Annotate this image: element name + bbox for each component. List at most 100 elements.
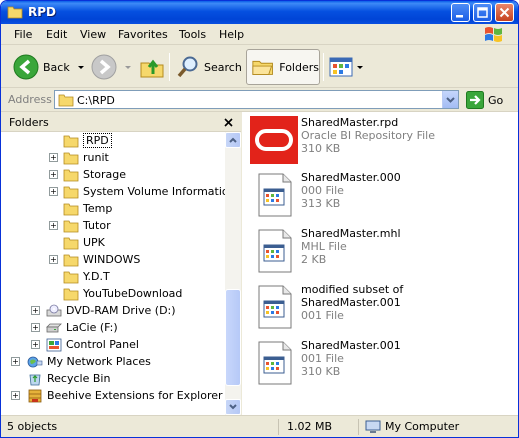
generic-file-icon — [258, 285, 292, 329]
expand-toggle[interactable]: + — [49, 170, 58, 179]
close-icon — [224, 118, 233, 127]
expand-toggle[interactable]: + — [31, 323, 40, 332]
tree-item-label: Storage — [83, 168, 127, 181]
generic-file-icon — [258, 341, 292, 385]
tree-item-label: System Volume Information — [83, 185, 225, 198]
address-input[interactable]: C:\RPD — [54, 90, 459, 109]
file-item[interactable]: modified subset of SharedMaster.001 001 F… — [250, 283, 510, 331]
file-name: SharedMaster.mhl — [301, 227, 401, 240]
status-location-label: My Computer — [385, 420, 460, 433]
folders-pane-close-button[interactable] — [224, 113, 233, 131]
folder-icon — [63, 237, 79, 249]
folders-button[interactable]: Folders — [246, 49, 320, 85]
expand-toggle[interactable]: + — [49, 221, 58, 230]
expand-toggle[interactable]: + — [49, 187, 58, 196]
tree-item[interactable]: Temp — [63, 200, 112, 217]
tree-item[interactable]: RPD — [63, 132, 112, 149]
generic-file-icon — [258, 229, 292, 273]
folders-icon — [252, 60, 273, 75]
tree-item[interactable]: + Control Panel — [31, 336, 139, 353]
tree-item[interactable]: UPK — [63, 234, 105, 251]
expand-toggle[interactable]: + — [11, 357, 20, 366]
tree-item[interactable]: + WINDOWS — [49, 251, 141, 268]
tree-item-label: WINDOWS — [83, 253, 141, 266]
tree-item[interactable]: Recycle Bin — [27, 370, 110, 387]
toolbar-separator — [169, 53, 170, 81]
menu-view[interactable]: View — [80, 28, 106, 41]
menu-bar: File Edit View Favorites Tools Help — [1, 24, 518, 45]
tree-item-label: UPK — [83, 236, 105, 249]
title-bar[interactable]: RPD — [1, 1, 518, 24]
back-arrow-icon — [13, 54, 39, 80]
tree-item[interactable]: + Tutor — [49, 217, 111, 234]
menu-help[interactable]: Help — [219, 28, 244, 41]
back-label: Back — [43, 60, 70, 74]
address-dropdown-button[interactable] — [442, 91, 458, 108]
file-list: SharedMaster.rpd Oracle BI Repository Fil… — [242, 112, 518, 415]
search-icon — [177, 56, 198, 78]
scroll-down-button[interactable] — [225, 399, 241, 415]
tree-item[interactable]: YouTubeDownload — [63, 285, 182, 302]
menu-edit[interactable]: Edit — [46, 28, 67, 41]
file-item[interactable]: SharedMaster.001 001 File 310 KB — [250, 339, 510, 387]
tree-item[interactable]: + LaCie (F:) — [31, 319, 118, 336]
close-icon — [499, 7, 510, 18]
expand-toggle[interactable]: + — [31, 306, 40, 315]
file-item[interactable]: SharedMaster.000 000 File 313 KB — [250, 171, 510, 219]
up-folder-button[interactable] — [139, 51, 165, 83]
folder-icon — [63, 152, 79, 164]
views-button[interactable] — [329, 51, 365, 83]
scroll-thumb[interactable] — [225, 289, 241, 386]
toolbar-separator — [323, 53, 324, 81]
file-type: 000 File — [301, 184, 344, 197]
expand-toggle[interactable]: + — [49, 255, 58, 264]
folders-pane: Folders RPD + runit + Storage + System Volume … — [1, 112, 241, 415]
expand-toggle[interactable]: + — [49, 153, 58, 162]
scroll-up-button[interactable] — [225, 132, 241, 148]
tree-item[interactable]: + DVD-RAM Drive (D:) — [31, 302, 176, 319]
tree-item-label: YouTubeDownload — [83, 287, 183, 300]
status-bar: 5 objects 1.02 MB My Computer — [1, 415, 518, 437]
tree-item[interactable]: + System Volume Information — [49, 183, 225, 200]
minimize-button[interactable] — [451, 3, 470, 22]
menu-tools[interactable]: Tools — [179, 28, 206, 41]
tree-item-label: Temp — [83, 202, 113, 215]
go-button[interactable]: Go — [466, 91, 503, 109]
folder-icon — [58, 94, 74, 107]
window-title: RPD — [28, 5, 56, 19]
expand-toggle[interactable]: + — [31, 340, 40, 349]
tree-item[interactable]: Y.D.T — [63, 268, 110, 285]
back-button[interactable]: Back — [13, 51, 86, 83]
address-value: C:\RPD — [77, 94, 115, 107]
tree-item[interactable]: + Storage — [49, 166, 127, 183]
forward-button[interactable] — [91, 51, 133, 83]
recycle-bin-icon — [29, 374, 41, 385]
tree-item[interactable]: + My Network Places — [11, 353, 151, 370]
folder-tree-scrollbar[interactable] — [225, 132, 241, 415]
tree-item-label: runit — [83, 151, 109, 164]
expand-toggle[interactable]: + — [11, 391, 20, 400]
hard-drive-icon — [46, 323, 62, 332]
folder-icon — [7, 6, 23, 19]
menu-favorites[interactable]: Favorites — [118, 28, 168, 41]
menu-file[interactable]: File — [14, 28, 32, 41]
file-item[interactable]: SharedMaster.mhl MHL File 2 KB — [250, 227, 510, 275]
search-button[interactable]: Search — [176, 51, 242, 83]
file-size: 313 KB — [301, 197, 341, 210]
tree-item-label: Control Panel — [66, 338, 139, 351]
search-label: Search — [204, 60, 242, 74]
tree-item[interactable]: + Beehive Extensions for Explorer — [11, 387, 223, 404]
folders-pane-title: Folders — [9, 116, 49, 129]
folders-label: Folders — [279, 60, 319, 74]
chevron-up-icon — [229, 137, 237, 143]
file-item[interactable]: SharedMaster.rpd Oracle BI Repository Fil… — [250, 116, 510, 164]
maximize-button[interactable] — [473, 3, 492, 22]
tree-item-label: Recycle Bin — [47, 372, 111, 385]
file-size: 2 KB — [301, 253, 327, 266]
file-size: 310 KB — [301, 142, 341, 155]
tree-item-label: DVD-RAM Drive (D:) — [66, 304, 176, 317]
tree-item[interactable]: + runit — [49, 149, 109, 166]
close-button[interactable] — [495, 3, 514, 22]
folder-tree: RPD + runit + Storage + System Volume Informat… — [1, 132, 225, 415]
oracle-logo-icon — [250, 116, 298, 164]
